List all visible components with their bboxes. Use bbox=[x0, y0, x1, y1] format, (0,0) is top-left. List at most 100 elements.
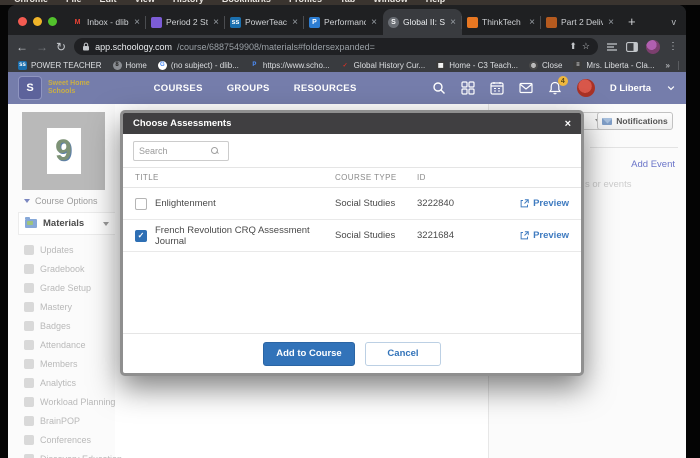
menu-item-view[interactable]: View bbox=[135, 0, 155, 4]
tab-close-icon[interactable]: × bbox=[212, 17, 220, 28]
tab-close-icon[interactable]: × bbox=[133, 17, 141, 28]
notifications-bell[interactable]: 4 bbox=[548, 81, 562, 95]
sidebar-item-mastery[interactable]: Mastery bbox=[8, 297, 115, 316]
tab-close-icon[interactable]: × bbox=[370, 17, 378, 28]
browser-profile-avatar[interactable] bbox=[646, 40, 660, 54]
school-logo[interactable]: S bbox=[18, 76, 42, 100]
menu-item-chrome[interactable]: Chrome bbox=[14, 0, 48, 4]
bookmarks-overflow-icon[interactable]: » bbox=[665, 61, 669, 70]
share-icon[interactable]: ⬆ bbox=[569, 41, 577, 52]
search-box[interactable] bbox=[133, 141, 229, 161]
reload-button[interactable]: ↻ bbox=[56, 41, 66, 53]
address-bar[interactable]: app.schoology.com/course/6887549908/mate… bbox=[74, 38, 598, 55]
tab-period-2[interactable]: Period 2 Stud× bbox=[146, 9, 225, 35]
menu-item-edit[interactable]: Edit bbox=[100, 0, 117, 4]
action-cell: Preview bbox=[512, 230, 581, 241]
sidebar-item-members[interactable]: Members bbox=[8, 354, 115, 373]
tab-close-icon[interactable]: × bbox=[449, 17, 457, 28]
close-icon[interactable]: × bbox=[565, 118, 571, 130]
tab-thinktech[interactable]: ThinkTech× bbox=[462, 9, 541, 35]
mastery-icon bbox=[24, 302, 34, 312]
materials-caret-icon[interactable] bbox=[103, 222, 109, 226]
url-domain: app.schoology.com bbox=[95, 42, 172, 52]
user-avatar[interactable] bbox=[577, 79, 595, 97]
sidebar-item-workload-planning[interactable]: Workload Planning bbox=[8, 392, 115, 411]
modal-search-row bbox=[123, 134, 581, 167]
add-event-link[interactable]: Add Event bbox=[631, 159, 675, 170]
bookmark-star-icon[interactable]: ☆ bbox=[582, 41, 590, 52]
sidebar-item-badges[interactable]: Badges bbox=[8, 316, 115, 335]
menu-item-window[interactable]: Window bbox=[373, 0, 407, 4]
sidebar-item-updates[interactable]: Updates bbox=[8, 240, 115, 259]
assessment-title: French Revolution CRQ Assessment Journal bbox=[143, 225, 335, 247]
add-to-course-button[interactable]: Add to Course bbox=[263, 342, 355, 366]
reading-list-icon[interactable] bbox=[606, 42, 618, 52]
notifications-label: Notifications bbox=[616, 116, 667, 126]
side-panel-icon[interactable] bbox=[626, 42, 638, 52]
menu-item-tab[interactable]: Tab bbox=[340, 0, 355, 4]
search-input[interactable] bbox=[139, 146, 211, 156]
browser-menu-icon[interactable]: ⋮ bbox=[668, 41, 678, 52]
close-window-button[interactable] bbox=[18, 17, 27, 26]
menu-item-file[interactable]: File bbox=[66, 0, 82, 4]
bookmark-no-subject[interactable]: G(no subject) - dlib... bbox=[158, 61, 239, 70]
tab-close-icon[interactable]: × bbox=[291, 17, 299, 28]
sidebar-item-materials[interactable]: Materials bbox=[18, 212, 115, 235]
menu-item-bookmarks[interactable]: Bookmarks bbox=[222, 0, 271, 4]
nav-groups[interactable]: GROUPS bbox=[227, 83, 270, 94]
tab-part2[interactable]: Part 2 Deliver× bbox=[541, 9, 620, 35]
notifications-button[interactable]: Notifications bbox=[597, 112, 673, 130]
bookmark-close[interactable]: ◍Close bbox=[529, 61, 562, 70]
nav-resources[interactable]: RESOURCES bbox=[294, 83, 357, 94]
bookmark-c3-teachers[interactable]: ▦Home - C3 Teach... bbox=[436, 61, 518, 70]
thinktech-icon bbox=[467, 17, 478, 28]
preview-link[interactable]: Preview bbox=[520, 230, 569, 241]
minimize-window-button[interactable] bbox=[33, 17, 42, 26]
browser-tabs: MInbox - dliber×Period 2 Stud×ssPowerTea… bbox=[67, 5, 620, 35]
sidebar-item-analytics[interactable]: Analytics bbox=[8, 373, 115, 392]
forward-button[interactable]: → bbox=[36, 41, 48, 53]
nav-courses[interactable]: COURSES bbox=[154, 83, 203, 94]
preview-label: Preview bbox=[533, 198, 569, 209]
bookmarks-divider bbox=[678, 61, 679, 70]
sidebar-item-conferences[interactable]: Conferences bbox=[8, 430, 115, 449]
notes-icon: ≡ bbox=[573, 61, 582, 70]
sidebar-item-brainpop[interactable]: BrainPOP bbox=[8, 411, 115, 430]
search-icon[interactable] bbox=[432, 81, 446, 95]
calendar-icon[interactable] bbox=[490, 81, 504, 95]
new-tab-button[interactable]: + bbox=[620, 14, 646, 35]
preview-link[interactable]: Preview bbox=[520, 198, 569, 209]
tab-search-chevron-icon[interactable]: v bbox=[672, 17, 677, 27]
modal-empty-space bbox=[123, 252, 581, 333]
tab-performance[interactable]: PPerformance× bbox=[304, 9, 383, 35]
bookmark-global-history[interactable]: ✓Global History Cur... bbox=[341, 61, 426, 70]
sidebar-item-grade-setup[interactable]: Grade Setup bbox=[8, 278, 115, 297]
chevron-down-icon[interactable] bbox=[666, 83, 676, 93]
table-row: EnlightenmentSocial Studies3222840Previe… bbox=[123, 188, 581, 220]
tab-schoology[interactable]: SGlobal II: Sec× bbox=[383, 9, 462, 35]
bookmark-mrs-liberta[interactable]: ≡Mrs. Liberta - Cla... bbox=[573, 61, 654, 70]
sidebar-item-gradebook[interactable]: Gradebook bbox=[8, 259, 115, 278]
back-button[interactable]: ← bbox=[16, 41, 28, 53]
apps-grid-icon[interactable] bbox=[461, 81, 475, 95]
column-title: TITLE bbox=[133, 173, 335, 182]
messages-icon[interactable] bbox=[519, 81, 533, 95]
zoom-window-button[interactable] bbox=[48, 17, 57, 26]
sidebar-items: UpdatesGradebookGrade SetupMasteryBadges… bbox=[8, 240, 115, 458]
cancel-button[interactable]: Cancel bbox=[365, 342, 441, 366]
course-options-button[interactable]: Course Options bbox=[24, 196, 98, 206]
bookmark-schoology-link[interactable]: Phttps://www.scho... bbox=[250, 61, 330, 70]
tab-gmail[interactable]: MInbox - dliber× bbox=[67, 9, 146, 35]
tab-close-icon[interactable]: × bbox=[528, 17, 536, 28]
window-controls[interactable] bbox=[8, 17, 67, 35]
sidebar-item-attendance[interactable]: Attendance bbox=[8, 335, 115, 354]
menu-item-help[interactable]: Help bbox=[426, 0, 446, 4]
tab-close-icon[interactable]: × bbox=[607, 17, 615, 28]
bookmark-home[interactable]: 8Home bbox=[113, 61, 147, 70]
menu-item-profiles[interactable]: Profiles bbox=[289, 0, 322, 4]
bookmark-powerteacher[interactable]: ssPOWER TEACHER bbox=[18, 61, 102, 70]
menu-item-history[interactable]: History bbox=[173, 0, 204, 4]
sidebar-item-discovery-education[interactable]: Discovery Education bbox=[8, 449, 115, 458]
user-name[interactable]: D Liberta bbox=[610, 83, 651, 94]
tab-powerteacher[interactable]: ssPowerTeache× bbox=[225, 9, 304, 35]
